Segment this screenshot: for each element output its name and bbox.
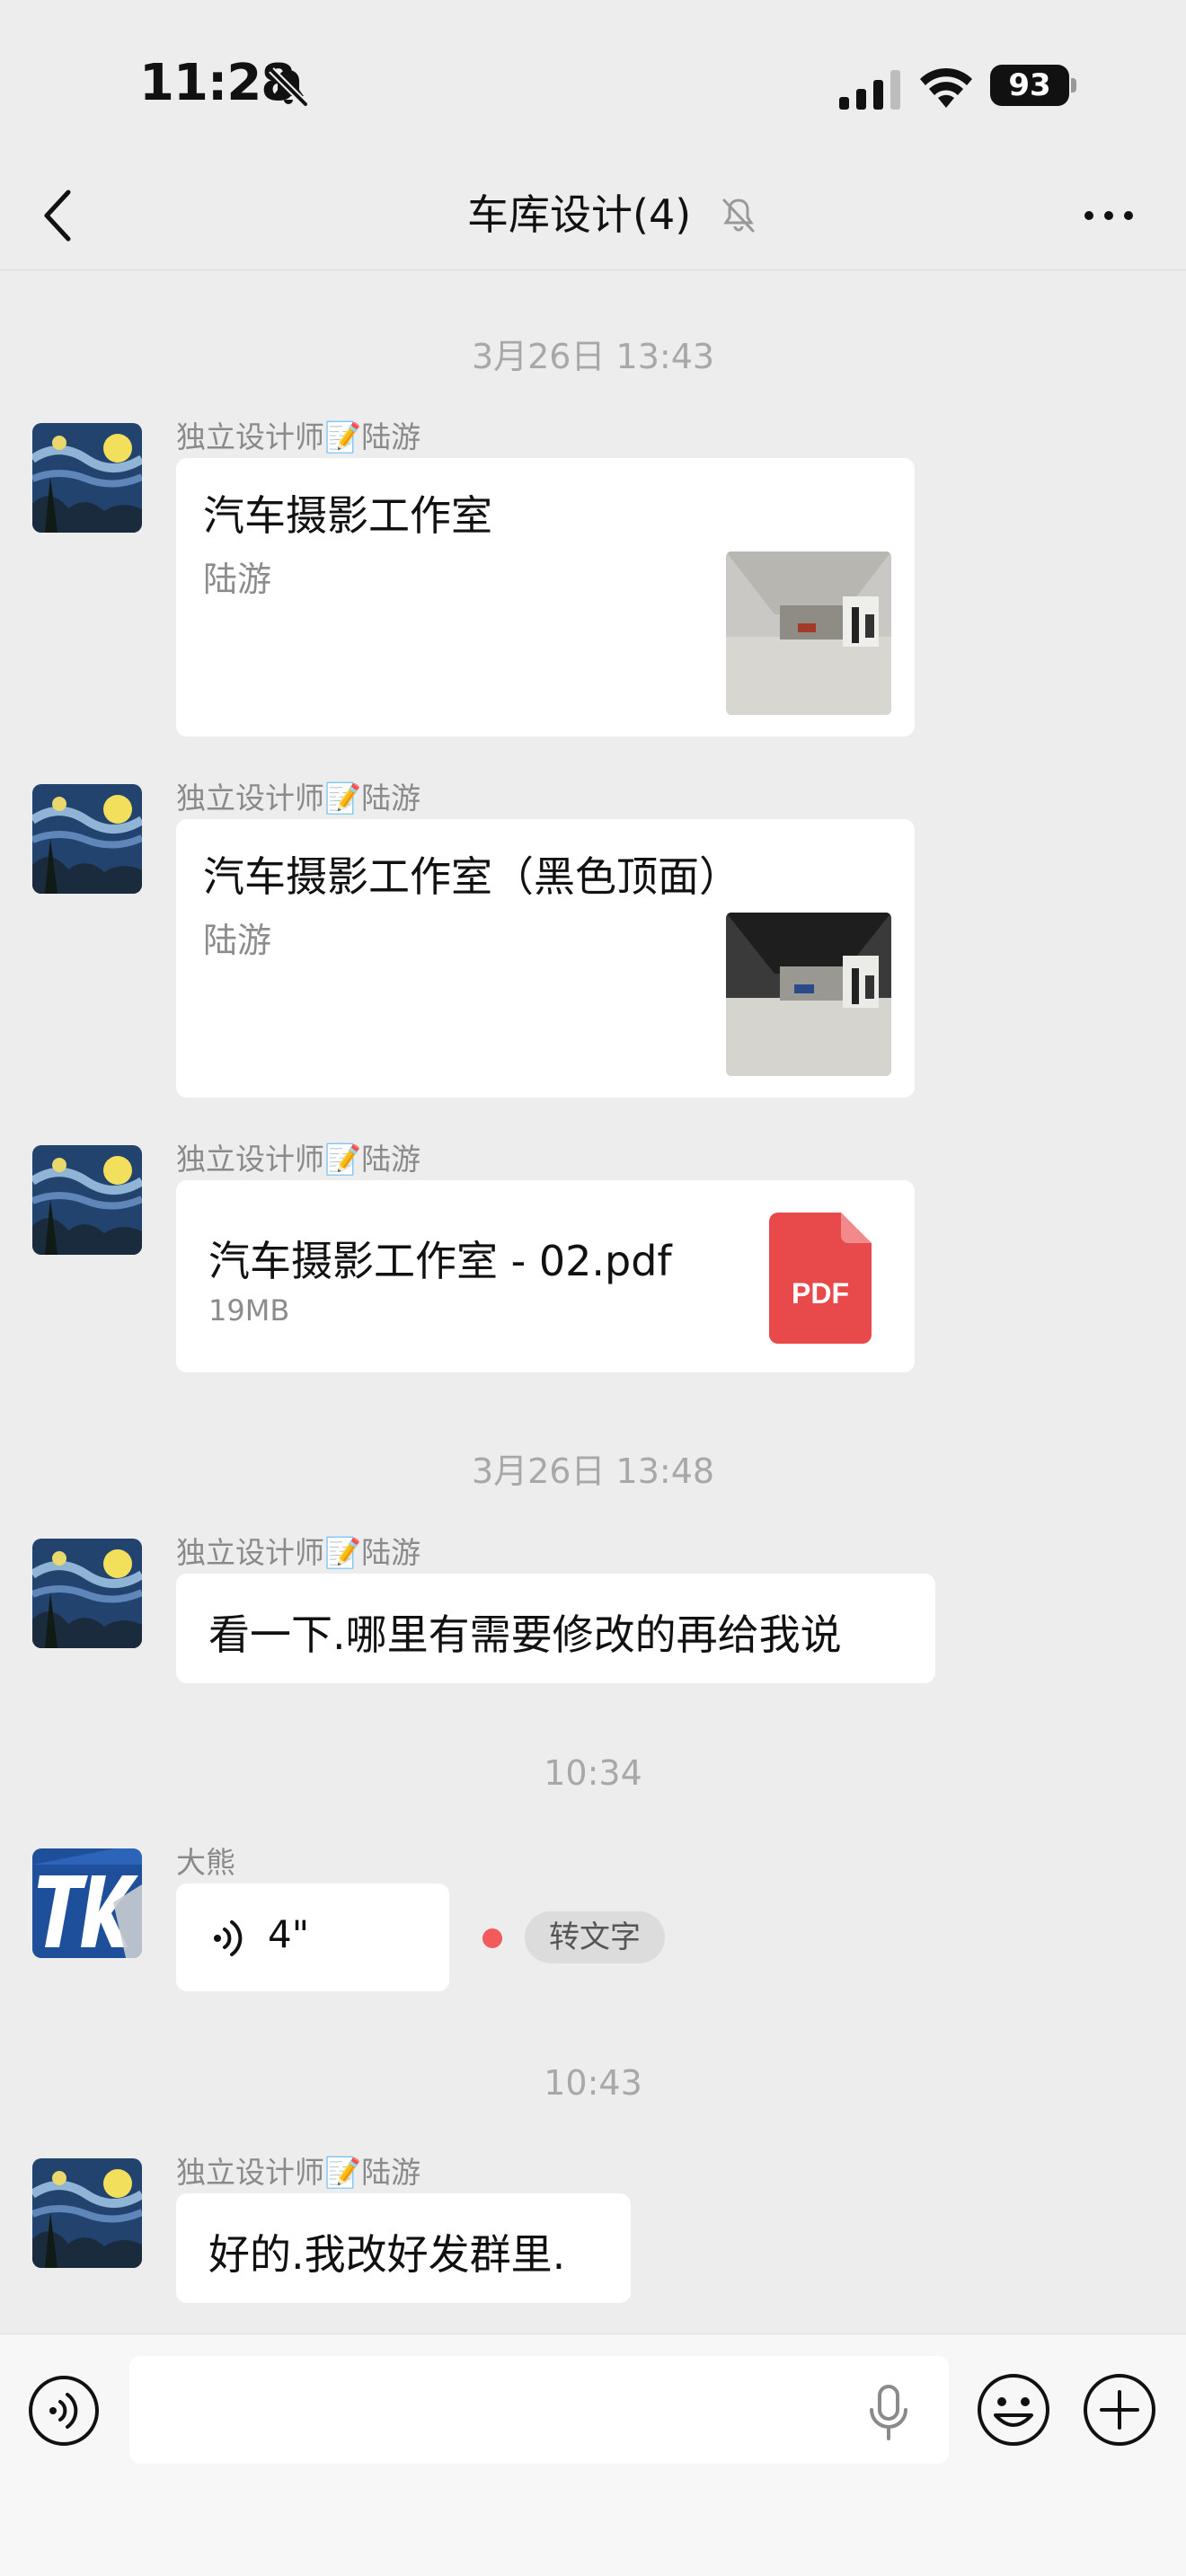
tk-logo-avatar-image [32,1848,142,1958]
avatar[interactable] [32,2158,142,2268]
mute-icon [722,198,755,233]
starry-night-avatar-image [32,2158,142,2268]
sender-name: 独立设计师📝陆游 [176,1535,421,1570]
link-card-subtitle: 陆游 [203,560,272,599]
chat-screen: 11:28 93 车库设计(4) 3月26日 13:43 独立设计师📝陆游 汽车… [0,0,1186,2576]
status-bar: 11:28 93 [0,0,1186,162]
plus-icon[interactable] [1082,2372,1157,2448]
bell-off-icon [269,67,308,107]
link-card-title: 汽车摄影工作室 [203,491,492,540]
battery-indicator: 93 [990,65,1076,106]
pdf-badge-label: PDF [792,1277,849,1310]
starry-night-avatar-image [32,1145,142,1255]
file-size: 19MB [208,1293,290,1328]
link-card-message[interactable]: 汽车摄影工作室（黑色顶面） 陆游 [176,819,915,1098]
timestamp: 3月26日 13:48 [471,1451,715,1491]
timestamp: 10:34 [544,1753,642,1793]
link-card-message[interactable]: 汽车摄影工作室 陆游 [176,458,915,737]
message-text: 看一下.哪里有需要修改的再给我说 [208,1610,842,1659]
text-message[interactable]: 好的.我改好发群里. [176,2193,631,2303]
text-message[interactable]: 看一下.哪里有需要修改的再给我说 [176,1574,935,1683]
voice-input-icon[interactable] [27,2374,101,2448]
unread-dot [482,1928,502,1948]
avatar[interactable] [32,1848,142,1958]
link-card-subtitle: 陆游 [203,921,272,960]
battery-nub [1071,78,1076,93]
chat-header: 车库设计(4) [0,162,1186,270]
chat-title: 车库设计(4) [467,190,692,239]
sender-name: 独立设计师📝陆游 [176,781,421,816]
battery-level: 93 [990,65,1069,106]
sender-name: 大熊 [176,1845,235,1880]
voice-wave-icon [214,1920,243,1956]
file-name: 汽车摄影工作室 - 02.pdf [208,1237,672,1285]
timestamp: 3月26日 13:43 [471,337,715,376]
starry-night-avatar-image [32,784,142,894]
message-input[interactable] [129,2356,949,2464]
voice-duration: 4" [268,1912,310,1956]
more-icon[interactable] [1082,198,1136,234]
mic-icon[interactable] [868,2385,909,2440]
sender-name: 独立设计师📝陆游 [176,2155,421,2190]
starry-night-avatar-image [32,1539,142,1648]
voice-message[interactable]: 4" [176,1883,449,1991]
convert-to-text-button[interactable]: 转文字 [525,1911,665,1963]
file-message[interactable]: 汽车摄影工作室 - 02.pdf 19MB PDF [176,1180,915,1372]
avatar[interactable] [32,1539,142,1648]
sender-name: 独立设计师📝陆游 [176,419,421,454]
avatar[interactable] [32,784,142,894]
link-card-thumbnail [726,913,891,1076]
emoji-icon[interactable] [976,2372,1051,2448]
avatar[interactable] [32,423,142,533]
garage-white-ceiling-image [726,551,891,715]
signal-icon [839,70,900,110]
input-bar [0,2333,1186,2576]
timestamp: 10:43 [544,2063,642,2103]
wifi-icon [920,67,972,108]
avatar[interactable] [32,1145,142,1255]
link-card-title: 汽车摄影工作室（黑色顶面） [203,852,740,901]
garage-black-ceiling-image [726,913,891,1076]
sender-name: 独立设计师📝陆游 [176,1142,421,1177]
link-card-thumbnail [726,551,891,715]
message-text: 好的.我改好发群里. [208,2230,566,2279]
starry-night-avatar-image [32,423,142,533]
back-icon[interactable] [40,187,75,244]
